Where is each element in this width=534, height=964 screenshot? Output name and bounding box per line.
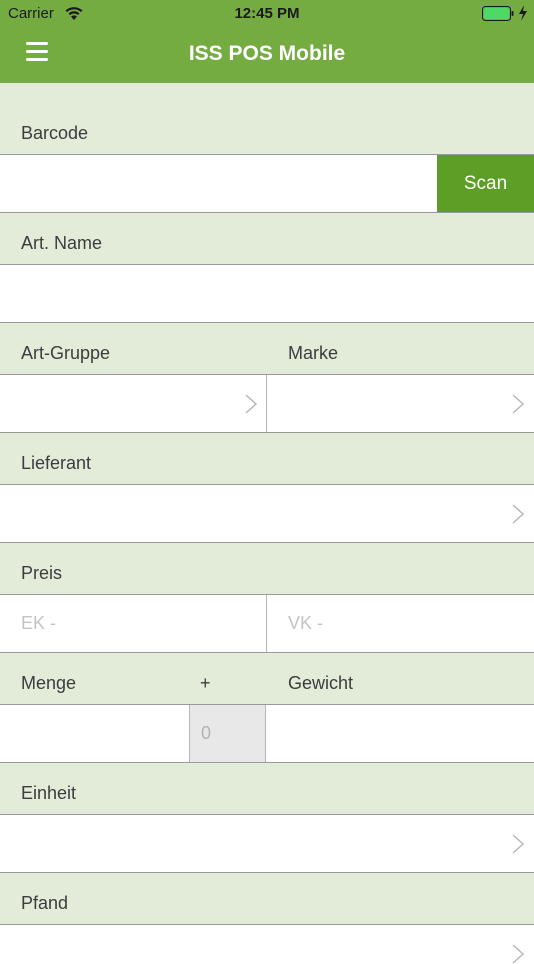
weight-input[interactable] [266, 705, 534, 762]
page-title: ISS POS Mobile [188, 42, 346, 65]
supplier-row [0, 484, 534, 543]
charging-icon [519, 5, 527, 21]
supplier-label: Lieferant [21, 453, 92, 473]
scan-button[interactable]: Scan [437, 155, 534, 212]
ek-price-input[interactable]: EK - [0, 595, 267, 652]
qty-weight-row: 0 [0, 704, 534, 763]
battery-icon [482, 6, 514, 21]
price-label: Preis [21, 563, 63, 583]
supplier-label-row: Lieferant [0, 433, 534, 484]
barcode-label-row: Barcode [0, 83, 534, 155]
weight-label: Gewicht [288, 673, 354, 693]
group-label: Art-Gruppe [21, 343, 111, 363]
qty-weight-label-row: Menge + Gewicht [0, 653, 534, 704]
chevron-right-icon [245, 394, 257, 414]
group-brand-label-row: Art-Gruppe Marke [0, 323, 534, 374]
quantity-value-box[interactable]: 0 [189, 705, 266, 762]
unit-label-row: Einheit [0, 763, 534, 814]
barcode-input[interactable] [0, 155, 437, 212]
unit-row [0, 814, 534, 873]
deposit-row [0, 924, 534, 964]
status-bar: Carrier 12:45 PM [0, 0, 534, 28]
brand-label: Marke [288, 343, 339, 363]
quantity-input[interactable] [0, 705, 189, 762]
name-row [0, 264, 534, 323]
price-label-row: Preis [0, 543, 534, 594]
name-input[interactable] [0, 265, 534, 322]
deposit-label-row: Pfand [0, 873, 534, 924]
vk-price-input[interactable]: VK - [266, 595, 534, 652]
quantity-value: 0 [201, 723, 212, 743]
deposit-select[interactable] [0, 925, 534, 964]
unit-label: Einheit [21, 783, 77, 803]
brand-select[interactable] [266, 375, 534, 432]
navigation-bar: ISS POS Mobile [0, 28, 534, 83]
group-brand-row [0, 374, 534, 433]
chevron-right-icon [512, 394, 524, 414]
name-label-row: Art. Name [0, 213, 534, 264]
chevron-right-icon [512, 834, 524, 854]
name-label: Art. Name [21, 233, 103, 253]
quantity-plus-label: + [200, 673, 211, 693]
barcode-label: Barcode [21, 123, 89, 143]
barcode-row: Scan [0, 154, 534, 213]
ek-placeholder: EK - [21, 613, 57, 633]
vk-placeholder: VK - [288, 613, 324, 633]
deposit-label: Pfand [21, 893, 69, 913]
chevron-right-icon [512, 504, 524, 524]
group-select[interactable] [0, 375, 267, 432]
unit-select[interactable] [0, 815, 534, 872]
price-row: EK - VK - [0, 594, 534, 653]
clock: 12:45 PM [234, 5, 300, 22]
quantity-label: Menge [21, 673, 77, 693]
supplier-select[interactable] [0, 485, 534, 542]
chevron-right-icon [512, 944, 524, 964]
